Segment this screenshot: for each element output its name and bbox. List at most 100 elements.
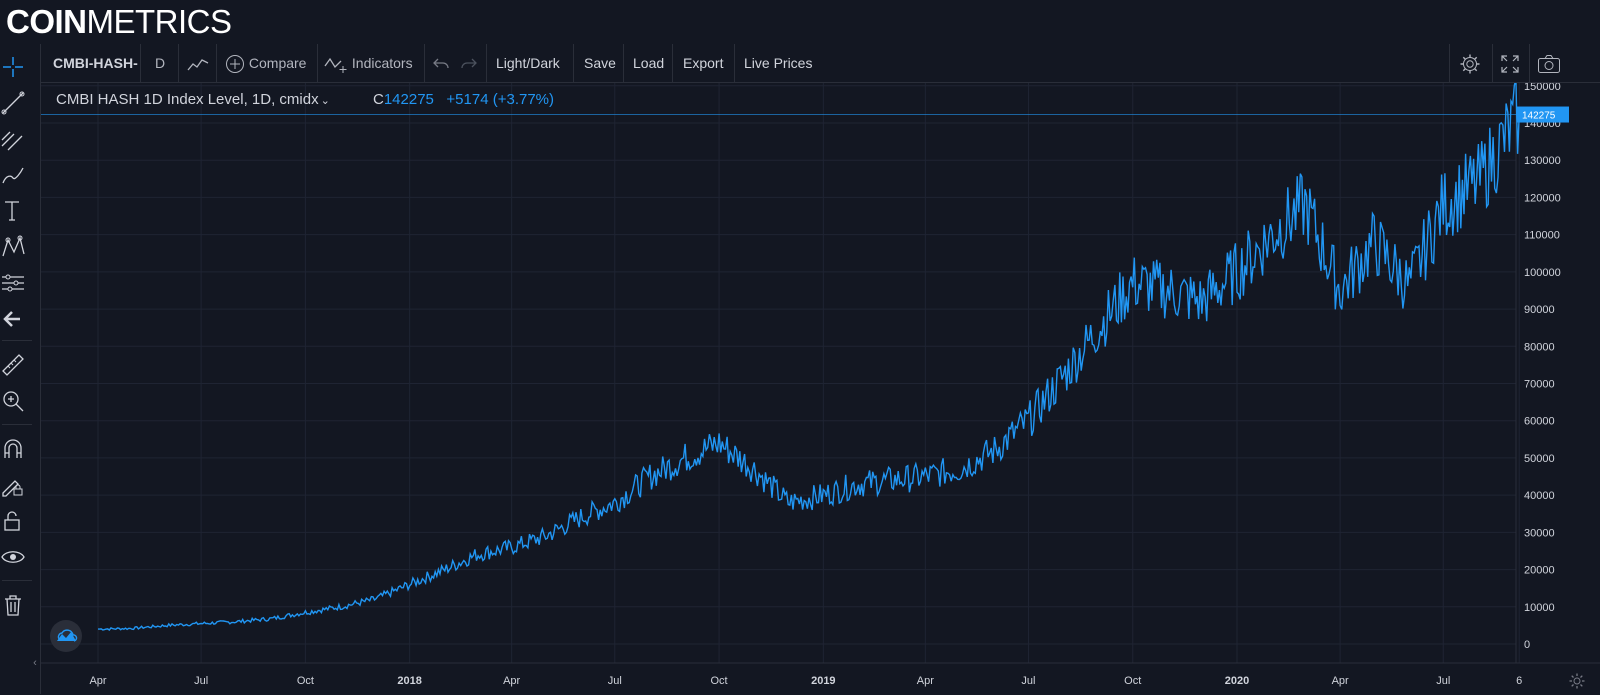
time-axis[interactable]: Apr Jul Oct 2018 Apr Jul Oct 2019 Apr Jul Oct 2020 A…	[89, 675, 1522, 687]
x-tick-label: 6	[1516, 675, 1522, 687]
live-prices-button[interactable]: Live Prices	[744, 44, 812, 82]
settings-button[interactable]	[1459, 44, 1481, 82]
compare-label: Compare	[248, 55, 307, 71]
x-tick-label: Apr	[917, 675, 934, 687]
x-tick-label: Apr	[503, 675, 520, 687]
plus-circle-icon	[226, 55, 244, 74]
zoom-in-icon[interactable]	[0, 388, 26, 414]
series-line	[98, 79, 1520, 631]
series-legend[interactable]: CMBI HASH 1D Index Level, 1D, cmidx ⌄	[56, 91, 330, 108]
toolbar-divider	[216, 44, 217, 82]
svg-text:142275: 142275	[1522, 111, 1556, 122]
eye-icon[interactable]	[0, 544, 26, 570]
toolbar-divider	[2, 424, 32, 425]
x-tick-label: Jul	[1436, 675, 1450, 687]
line-style-icon	[187, 59, 209, 71]
toolbar-divider	[2, 580, 32, 581]
y-tick-label: 50000	[1524, 453, 1555, 465]
symbol-button[interactable]: CMBI-HASH-	[53, 44, 138, 82]
toolbar-divider	[1449, 44, 1450, 82]
y-tick-label: 70000	[1524, 379, 1555, 391]
x-tick-label: 2019	[811, 675, 835, 687]
chart-style-button[interactable]	[187, 44, 209, 82]
toolbar-divider	[317, 44, 318, 82]
tradingview-logo[interactable]	[50, 620, 82, 652]
toolbar-divider	[140, 44, 141, 82]
lock-drawing-icon[interactable]	[0, 472, 26, 498]
x-tick-label: Apr	[89, 675, 106, 687]
brush-icon[interactable]	[0, 162, 26, 188]
y-tick-label: 120000	[1524, 192, 1561, 204]
back-arrow-icon[interactable]	[0, 306, 26, 332]
toolbar-divider	[1492, 44, 1493, 82]
magnet-icon[interactable]	[0, 436, 26, 462]
toolbar-divider	[2, 340, 32, 341]
x-tick-label: Oct	[711, 675, 728, 687]
load-button[interactable]: Load	[633, 44, 664, 82]
x-tick-label: Jul	[608, 675, 622, 687]
trend-line-icon[interactable]	[0, 90, 26, 116]
y-tick-label: 60000	[1524, 416, 1555, 428]
y-tick-label: 30000	[1524, 527, 1555, 539]
light-dark-button[interactable]: Light/Dark	[496, 44, 560, 82]
undo-button[interactable]	[432, 44, 450, 82]
y-tick-label: 10000	[1524, 602, 1555, 614]
undo-icon	[433, 58, 449, 69]
fullscreen-icon	[1501, 55, 1519, 73]
toolbar-divider	[486, 44, 487, 82]
interval-button[interactable]: D	[155, 44, 165, 82]
snapshot-button[interactable]	[1537, 44, 1561, 82]
toolbar-divider	[573, 44, 574, 82]
indicators-button[interactable]: Indicators	[324, 44, 413, 82]
chart-grid	[41, 82, 1520, 663]
x-tick-label: Jul	[1021, 675, 1035, 687]
top-toolbar: CMBI-HASH- D Compare Indicators Light/Da…	[41, 44, 1600, 83]
series-title: CMBI HASH 1D Index Level, 1D, cmidx	[56, 91, 319, 108]
x-tick-label: Oct	[297, 675, 314, 687]
text-tool-icon[interactable]	[0, 198, 26, 224]
legend-values: C142275 +5174 (+3.77%)	[373, 91, 554, 108]
y-tick-label: 0	[1524, 639, 1530, 651]
close-value: 142275	[383, 91, 434, 108]
camera-icon	[1538, 55, 1560, 74]
compare-button[interactable]: Compare	[225, 44, 306, 82]
x-tick-label: Apr	[1332, 675, 1349, 687]
unlock-icon[interactable]	[0, 508, 26, 534]
y-tick-label: 40000	[1524, 490, 1555, 502]
indicators-label: Indicators	[351, 55, 413, 71]
y-tick-label: 110000	[1524, 230, 1560, 242]
price-axis[interactable]: 0 10000 20000 30000 40000 50000 60000 70000 8000…	[1524, 81, 1561, 651]
crosshair-icon[interactable]	[0, 54, 26, 80]
collapse-toolbar-arrow[interactable]: ‹	[30, 654, 40, 672]
y-tick-label: 20000	[1524, 565, 1555, 577]
redo-button[interactable]	[460, 44, 478, 82]
y-tick-label: 100000	[1524, 267, 1561, 279]
drawing-toolbar	[0, 44, 41, 694]
toolbar-divider	[672, 44, 673, 82]
toolbar-divider	[623, 44, 624, 82]
cloud-icon	[57, 629, 78, 642]
pattern-icon[interactable]	[0, 234, 26, 260]
axis-settings-icon[interactable]	[1568, 672, 1586, 690]
prediction-icon[interactable]	[0, 270, 26, 296]
chevron-down-icon: ⌄	[320, 95, 330, 107]
toolbar-divider	[424, 44, 425, 82]
last-price-badge: 142275	[1517, 106, 1569, 123]
y-tick-label: 130000	[1524, 155, 1561, 167]
change-value: +5174 (+3.77%)	[446, 91, 554, 108]
fib-retracement-icon[interactable]	[0, 126, 26, 152]
trash-icon[interactable]	[0, 592, 26, 618]
save-button[interactable]: Save	[584, 44, 616, 82]
y-tick-label: 90000	[1524, 304, 1555, 316]
x-tick-label: Jul	[194, 675, 208, 687]
redo-icon	[461, 58, 477, 69]
toolbar-divider	[178, 44, 179, 82]
x-tick-label: Oct	[1124, 675, 1141, 687]
export-button[interactable]: Export	[683, 44, 723, 82]
ruler-icon[interactable]	[0, 352, 26, 378]
fullscreen-button[interactable]	[1500, 44, 1520, 82]
toolbar-divider	[734, 44, 735, 82]
y-tick-label: 80000	[1524, 341, 1555, 353]
indicators-icon	[324, 58, 347, 74]
close-prefix: C	[373, 91, 384, 108]
